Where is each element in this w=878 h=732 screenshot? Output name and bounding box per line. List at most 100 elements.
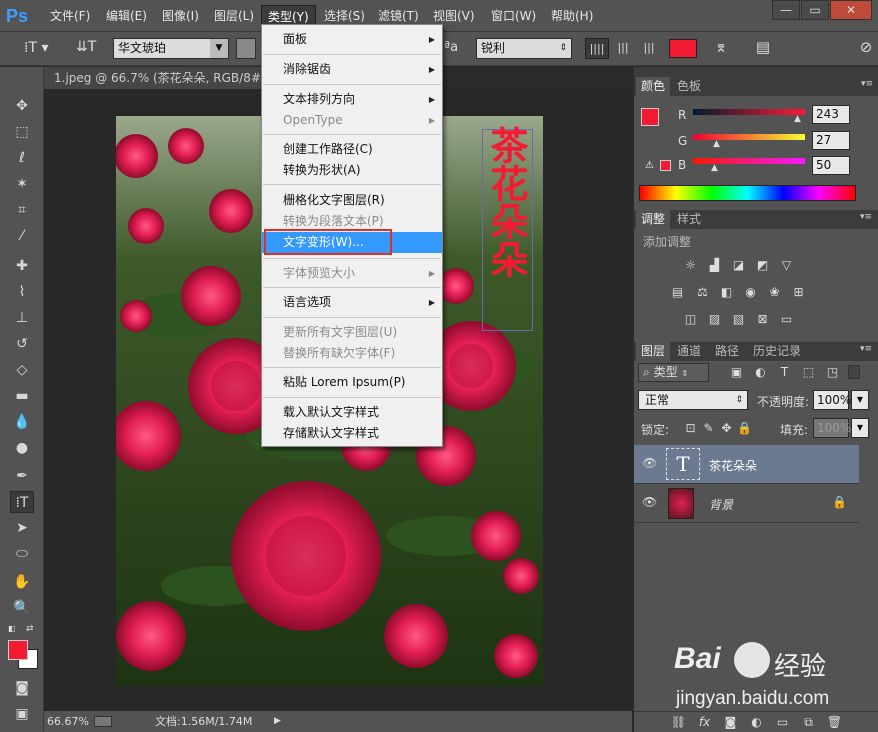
antialias-select[interactable]: 锐利 ⇕ — [476, 38, 572, 59]
menu-window[interactable]: 窗口(W) — [485, 5, 542, 27]
font-family-select[interactable]: 华文琥珀 ▼ — [113, 38, 229, 59]
add-mask-icon[interactable]: ◙ — [722, 715, 739, 730]
menu-item-opentype[interactable]: OpenType ▶ — [262, 110, 442, 131]
menu-item-orientation[interactable]: 文本排列方向 ▶ — [262, 89, 442, 110]
menu-item-antialias[interactable]: 消除锯齿 ▶ — [262, 59, 442, 80]
text-color-swatch[interactable] — [669, 39, 697, 58]
eyedropper-tool-icon[interactable]: ⁄ — [10, 225, 34, 247]
align-center-icon[interactable]: ||| — [611, 38, 635, 59]
menu-help[interactable]: 帮助(H) — [545, 5, 599, 27]
hue-saturation-icon[interactable]: ▤ — [669, 285, 686, 300]
photo-filter-icon[interactable]: ◉ — [742, 285, 759, 300]
menu-edit[interactable]: 编辑(E) — [100, 5, 153, 27]
align-left-icon[interactable]: |||| — [585, 38, 609, 59]
filter-adjustment-icon[interactable]: ◐ — [752, 365, 769, 380]
status-arrow-icon[interactable]: ▶ — [274, 711, 281, 732]
zoom-level[interactable]: 66.67% — [47, 711, 89, 732]
color-spectrum-bar[interactable] — [639, 185, 856, 201]
menu-item-update-all-text[interactable]: 更新所有文字图层(U) — [262, 322, 442, 343]
default-colors-icon[interactable]: ◧ — [8, 624, 18, 634]
healing-brush-tool-icon[interactable]: ✚ — [10, 255, 34, 277]
align-right-icon[interactable]: ||| — [637, 38, 661, 59]
menu-item-create-work-path[interactable]: 创建工作路径(C) — [262, 139, 442, 160]
color-panel-foreground-swatch[interactable] — [641, 108, 659, 126]
swap-colors-icon[interactable]: ⇄ — [26, 624, 36, 634]
tab-channels[interactable]: 通道 — [672, 342, 706, 361]
blur-tool-icon[interactable]: 💧 — [10, 411, 34, 433]
new-layer-icon[interactable]: ⧉ — [800, 715, 817, 730]
new-adjustment-icon[interactable]: ◐ — [748, 715, 765, 730]
filter-type-icon[interactable]: T — [776, 365, 793, 380]
tab-history[interactable]: 历史记录 — [748, 342, 806, 361]
b-slider-thumb[interactable]: ▲ — [711, 163, 719, 173]
character-panel-icon[interactable]: ▤ — [752, 38, 774, 60]
exposure-icon[interactable]: ◩ — [754, 258, 771, 273]
menu-item-font-preview-size[interactable]: 字体预览大小 ▶ — [262, 263, 442, 284]
filter-pixel-icon[interactable]: ▣ — [728, 365, 745, 380]
cancel-icon[interactable]: ⊘ — [855, 38, 877, 60]
chevron-down-icon[interactable]: ▼ — [851, 390, 869, 410]
layer-row-background[interactable]: 👁 背景 🔒 — [634, 484, 859, 523]
g-value-input[interactable]: 27 — [812, 131, 850, 150]
dodge-tool-icon[interactable]: ● — [10, 437, 34, 459]
marquee-tool-icon[interactable]: ⬚ — [10, 121, 34, 143]
new-group-icon[interactable]: ▭ — [774, 715, 791, 730]
panel-menu-icon[interactable]: ▾≡ — [861, 79, 873, 89]
menu-item-convert-to-shape[interactable]: 转换为形状(A) — [262, 160, 442, 181]
selective-color-icon[interactable]: ⊠ — [754, 312, 771, 327]
layer-name[interactable]: 背景 — [709, 496, 733, 513]
delete-layer-icon[interactable]: 🗑 — [826, 715, 843, 730]
zoom-tool-icon[interactable]: 🔍 — [10, 597, 34, 619]
panel-menu-icon[interactable]: ▾≡ — [860, 212, 872, 222]
tab-layers[interactable]: 图层 — [636, 342, 671, 361]
tab-adjustments[interactable]: 调整 — [636, 210, 671, 229]
link-layers-icon[interactable]: ⛓ — [670, 715, 687, 730]
pen-tool-icon[interactable]: ✒ — [10, 465, 34, 487]
gamut-warning-icon[interactable]: ⚠ — [645, 160, 657, 172]
tab-swatches[interactable]: 色板 — [672, 77, 706, 96]
invert-icon[interactable]: ◫ — [682, 312, 699, 327]
threshold-icon[interactable]: ▧ — [730, 312, 747, 327]
foreground-color-swatch[interactable] — [8, 640, 28, 660]
layer-name[interactable]: 茶花朵朵 — [709, 457, 757, 474]
menu-item-save-default-styles[interactable]: 存储默认文字样式 — [262, 423, 442, 444]
curves-icon[interactable]: ◪ — [730, 258, 747, 273]
g-slider-thumb[interactable]: ▲ — [713, 139, 721, 149]
layer-row-text[interactable]: 👁 T 茶花朵朵 — [634, 445, 859, 484]
gradient-map-icon[interactable]: ▭ — [778, 312, 795, 327]
screen-mode-icon[interactable]: ▣ — [10, 703, 34, 725]
levels-icon[interactable]: ▟ — [706, 258, 723, 273]
eye-icon[interactable]: 👁 — [642, 456, 657, 470]
blend-mode-select[interactable]: 正常 ⇕ — [638, 390, 748, 410]
tab-styles[interactable]: 样式 — [672, 210, 706, 229]
brush-tool-icon[interactable]: ⌇ — [10, 281, 34, 303]
lock-image-icon[interactable]: ✎ — [700, 421, 717, 436]
menu-item-paste-lorem[interactable]: 粘贴 Lorem Ipsum(P) — [262, 372, 442, 393]
hand-tool-icon[interactable]: ✋ — [10, 571, 34, 593]
layer-style-icon[interactable]: fx — [696, 715, 713, 730]
move-tool-icon[interactable]: ✥ — [10, 95, 34, 117]
panel-menu-icon[interactable]: ▾≡ — [860, 344, 872, 354]
menu-item-load-default-styles[interactable]: 载入默认文字样式 — [262, 402, 442, 423]
minimize-button[interactable]: — — [772, 0, 800, 20]
tab-color[interactable]: 颜色 — [636, 77, 671, 96]
ellipse-tool-icon[interactable]: ⬭ — [10, 543, 34, 565]
type-tool-icon[interactable]: ⁞T — [10, 491, 34, 513]
history-brush-tool-icon[interactable]: ↺ — [10, 333, 34, 355]
r-slider[interactable] — [693, 109, 805, 115]
menu-item-language-options[interactable]: 语言选项 ▶ — [262, 292, 442, 313]
gamut-color-swatch[interactable] — [660, 160, 671, 171]
lasso-tool-icon[interactable]: ℓ — [10, 147, 34, 169]
lock-transparent-icon[interactable]: ⊡ — [682, 421, 699, 436]
toggle-orientation-icon[interactable]: ⇊T — [76, 39, 98, 59]
brightness-contrast-icon[interactable]: ☼ — [682, 258, 699, 273]
channel-mixer-icon[interactable]: ❀ — [766, 285, 783, 300]
posterize-icon[interactable]: ▨ — [706, 312, 723, 327]
warp-text-icon[interactable]: ⌆ — [710, 38, 732, 60]
b-slider[interactable] — [693, 158, 805, 164]
menu-item-panel[interactable]: 面板 ▶ — [262, 29, 442, 50]
color-balance-icon[interactable]: ⚖ — [694, 285, 711, 300]
menu-image[interactable]: 图像(I) — [156, 5, 205, 27]
gradient-tool-icon[interactable]: ▬ — [10, 385, 34, 407]
path-selection-tool-icon[interactable]: ➤ — [10, 517, 34, 539]
